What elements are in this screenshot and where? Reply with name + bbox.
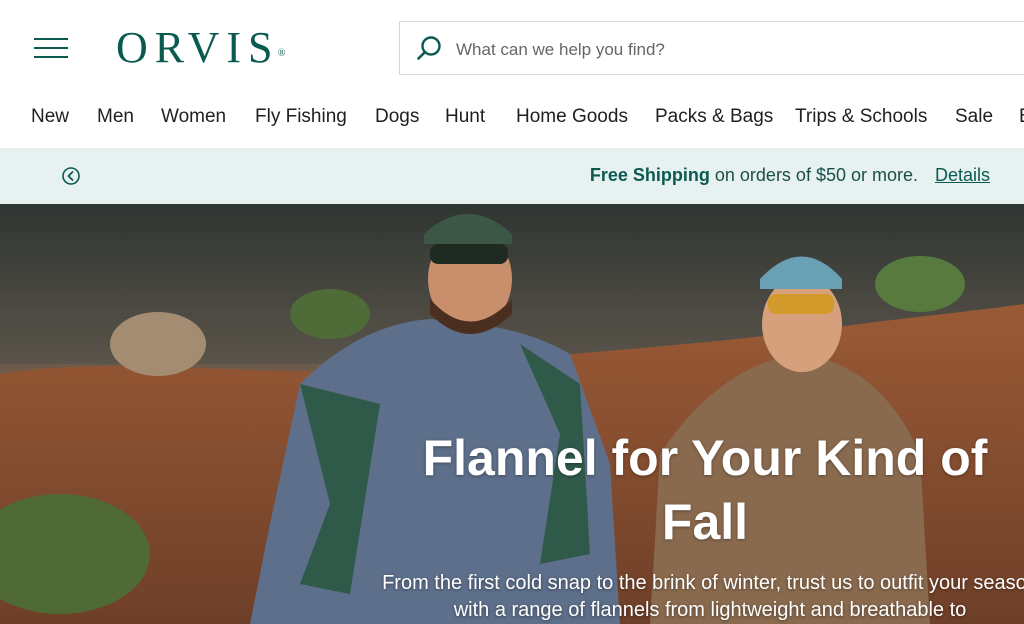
- logo-text: ORVIS: [116, 23, 280, 72]
- search-icon[interactable]: [416, 35, 442, 61]
- site-header: ORVIS ®: [0, 0, 1024, 96]
- nav-item-truncated[interactable]: B: [1019, 106, 1024, 128]
- search-input[interactable]: [454, 34, 958, 66]
- hero-photo: [0, 204, 1024, 624]
- nav-item-dogs[interactable]: Dogs: [375, 106, 419, 128]
- promo-bold: Free Shipping: [589, 165, 710, 185]
- orvis-logo[interactable]: ORVIS ®: [116, 23, 286, 72]
- chevron-left-circle-icon[interactable]: [62, 167, 80, 185]
- nav-item-sale[interactable]: Sale: [955, 106, 993, 128]
- nav-item-fly-fishing[interactable]: Fly Fishing: [255, 106, 347, 128]
- boulder: [110, 312, 206, 376]
- promo-details-link[interactable]: Details: [935, 165, 990, 186]
- shrub: [875, 256, 965, 312]
- nav-item-new[interactable]: New: [31, 106, 69, 128]
- hero-subtitle: From the first cold snap to the brink of…: [382, 572, 1024, 621]
- shrub: [290, 289, 370, 339]
- promo-banner: Free Shipping on orders of $50 or more. …: [0, 148, 1024, 204]
- promo-text: on orders of $50 or more.: [709, 165, 918, 185]
- promo-message: Free Shipping on orders of $50 or more.: [590, 165, 918, 186]
- hamburger-menu-icon[interactable]: [34, 38, 68, 60]
- nav-item-men[interactable]: Men: [97, 106, 134, 128]
- hero-banner[interactable]: Flannel for Your Kind of Fall From the f…: [0, 204, 1024, 624]
- nav-item-home-goods[interactable]: Home Goods: [516, 106, 628, 128]
- registered-mark: ®: [277, 48, 286, 59]
- search-bar[interactable]: [399, 21, 1024, 75]
- nav-item-women[interactable]: Women: [161, 106, 226, 128]
- nav-item-hunt[interactable]: Hunt: [445, 106, 485, 128]
- hero-headline: Flannel for Your Kind of Fall: [422, 430, 988, 550]
- nav-item-trips-schools[interactable]: Trips & Schools: [795, 106, 927, 128]
- nav-item-packs-bags[interactable]: Packs & Bags: [655, 106, 773, 128]
- main-nav: New Men Women Fly Fishing Dogs Hunt Home…: [0, 96, 1024, 148]
